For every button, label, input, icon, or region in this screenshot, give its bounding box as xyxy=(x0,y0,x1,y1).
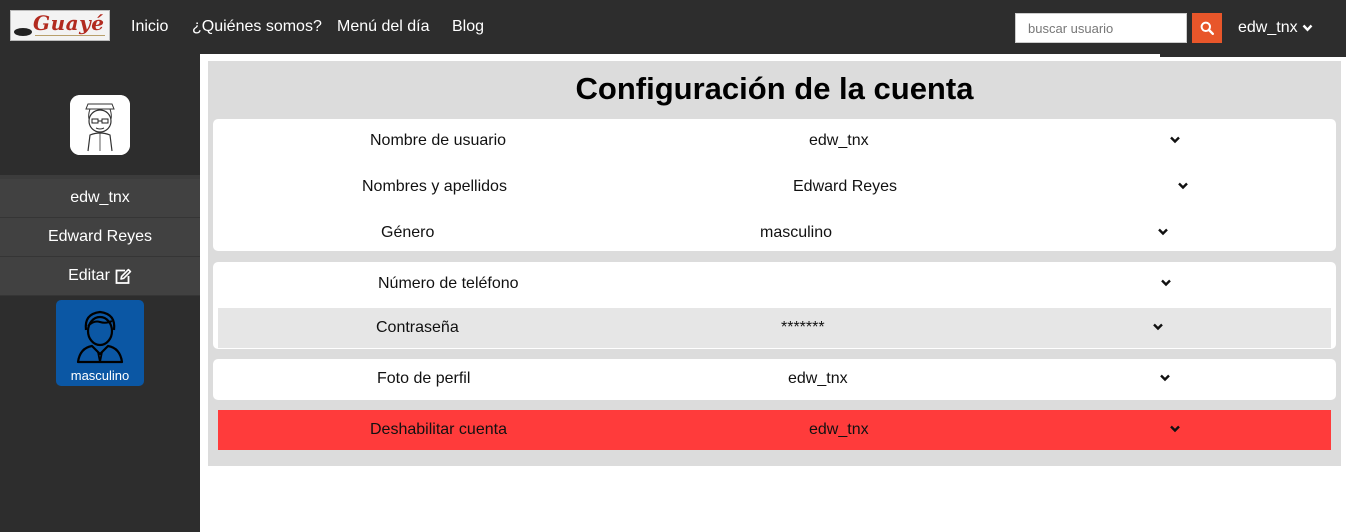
profile-sidebar: edw_tnx Edward Reyes Editar masculino xyxy=(0,54,200,532)
setting-label: Foto de perfil xyxy=(377,370,471,387)
search-input[interactable] xyxy=(1015,13,1187,43)
logo-mark xyxy=(14,28,32,36)
setting-row-disable-account[interactable]: Deshabilitar cuenta edw_tnx xyxy=(218,410,1331,450)
chevron-down-icon[interactable] xyxy=(1157,227,1169,237)
male-user-icon xyxy=(76,310,124,364)
setting-row-username[interactable]: Nombre de usuario edw_tnx xyxy=(218,121,1331,161)
setting-label: Contraseña xyxy=(376,319,459,336)
chevron-down-icon[interactable] xyxy=(1152,322,1164,332)
edit-profile-button[interactable]: Editar xyxy=(0,257,200,296)
setting-label: Género xyxy=(381,224,435,241)
user-menu-label: edw_tnx xyxy=(1238,19,1298,36)
sidebar-username: edw_tnx xyxy=(0,179,200,218)
setting-label: Número de teléfono xyxy=(378,275,519,292)
setting-row-password[interactable]: Contraseña ******* xyxy=(218,308,1331,348)
setting-label: Nombre de usuario xyxy=(370,132,507,149)
edit-icon xyxy=(115,268,132,284)
profile-photo-card: Foto de perfil edw_tnx xyxy=(213,359,1336,400)
setting-row-profile-photo[interactable]: Foto de perfil edw_tnx xyxy=(218,359,1331,399)
nav-link-blog[interactable]: Blog xyxy=(452,18,484,36)
setting-value: masculino xyxy=(760,224,833,241)
setting-value: edw_tnx xyxy=(809,421,869,438)
brand-logo[interactable]: Guayé xyxy=(10,10,110,41)
logo-underline xyxy=(35,35,105,36)
sidebar-username-text: edw_tnx xyxy=(70,189,130,206)
chevron-down-icon[interactable] xyxy=(1177,181,1189,191)
logo-text: Guayé xyxy=(33,11,105,35)
personal-info-card: Nombre de usuario edw_tnx Nombres y apel… xyxy=(213,119,1336,251)
navbar-accent-bar xyxy=(1160,54,1346,57)
top-navbar: Guayé Inicio ¿Quiénes somos? Menú del dí… xyxy=(0,0,1346,54)
page-title: Configuración de la cuenta xyxy=(575,71,974,106)
chevron-down-icon[interactable] xyxy=(1169,135,1181,145)
search-button[interactable] xyxy=(1192,13,1222,43)
account-settings-panel: Configuración de la cuenta Nombre de usu… xyxy=(208,61,1341,466)
chevron-down-icon xyxy=(1302,24,1312,32)
setting-row-gender[interactable]: Género masculino xyxy=(218,213,1331,253)
gender-label: masculino xyxy=(70,368,130,383)
setting-value: edw_tnx xyxy=(809,132,869,149)
nav-link-menu-del-dia[interactable]: Menú del día xyxy=(337,18,430,36)
chevron-down-icon[interactable] xyxy=(1160,278,1172,288)
nav-link-inicio[interactable]: Inicio xyxy=(131,18,168,36)
setting-value: edw_tnx xyxy=(788,370,848,387)
edit-profile-label: Editar xyxy=(68,267,110,284)
chevron-down-icon[interactable] xyxy=(1169,424,1181,434)
setting-row-full-name[interactable]: Nombres y apellidos Edward Reyes xyxy=(218,167,1331,207)
user-menu[interactable]: edw_tnx xyxy=(1238,19,1313,37)
chevron-down-icon[interactable] xyxy=(1159,373,1171,383)
setting-label: Nombres y apellidos xyxy=(362,178,507,195)
setting-value: ******* xyxy=(781,319,825,336)
security-card: Número de teléfono Contraseña ******* xyxy=(213,262,1336,349)
gender-badge: masculino xyxy=(56,300,144,386)
setting-value: Edward Reyes xyxy=(793,178,898,195)
setting-label: Deshabilitar cuenta xyxy=(370,421,507,438)
avatar-sketch-image xyxy=(70,95,130,155)
sidebar-full-name-text: Edward Reyes xyxy=(47,228,153,245)
avatar[interactable] xyxy=(70,95,130,155)
setting-row-phone[interactable]: Número de teléfono xyxy=(218,264,1331,304)
search-icon xyxy=(1200,21,1214,35)
sidebar-full-name: Edward Reyes xyxy=(0,218,200,257)
nav-link-quienes-somos[interactable]: ¿Quiénes somos? xyxy=(192,18,322,36)
